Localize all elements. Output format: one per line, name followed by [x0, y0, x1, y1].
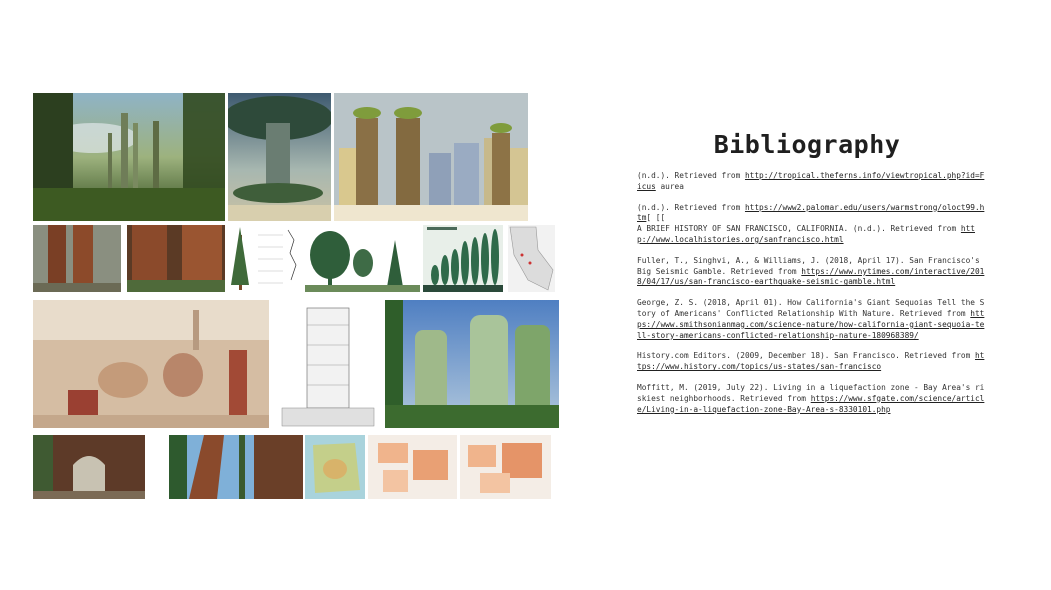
tree-diagram-image	[228, 225, 303, 292]
entry-text: aurea	[655, 181, 684, 191]
entry-text: George, Z. S. (2018, April 01). How Cali…	[637, 298, 985, 318]
bibliography-entry: George, Z. S. (2018, April 01). How Cali…	[637, 298, 987, 341]
sequoia-upward-view-image	[169, 435, 303, 499]
giant-tree-island-image	[228, 93, 331, 221]
bibliography-entry: (n.d.). Retrieved from https://www2.palo…	[637, 203, 987, 246]
forest-concept-image	[33, 93, 225, 221]
bibliography-entry: Moffitt, M. (2019, July 22). Living in a…	[637, 383, 987, 415]
bibliography-section: Bibliography (n.d.). Retrieved from http…	[637, 130, 987, 425]
entry-text: A BRIEF HISTORY OF SAN FRANCISCO, CALIFO…	[637, 224, 961, 234]
bibliography-title: Bibliography	[713, 130, 901, 159]
entry-text: History.com Editors. (2009, December 18)…	[637, 351, 975, 361]
fantasy-city-sketch-image	[33, 300, 269, 428]
sequoia-trunks-image	[33, 225, 121, 292]
sf-liquefaction-map-2-image	[460, 435, 551, 499]
tallest-trees-chart-image	[423, 225, 503, 292]
sequoia-base-image	[127, 225, 225, 292]
green-towers-render-image	[385, 300, 559, 428]
bibliography-entry: History.com Editors. (2009, December 18)…	[637, 351, 987, 373]
tree-silhouettes-diagram-image	[305, 225, 420, 292]
entry-text: (n.d.). Retrieved from	[637, 171, 745, 180]
tunnel-tree-image	[33, 435, 145, 499]
entry-text: (n.d.). Retrieved from	[637, 202, 745, 212]
tree-towers-city-image	[334, 93, 528, 221]
building-section-diagram-image	[272, 300, 382, 428]
sf-liquefaction-map-1-image	[368, 435, 457, 499]
entry-text: [ [[	[646, 213, 666, 223]
bibliography-entry: (n.d.). Retrieved from http://tropical.t…	[637, 171, 987, 193]
bibliography-entry: Fuller, T., Singhvi, A., & Williams, J. …	[637, 256, 987, 288]
california-map-small-image	[508, 225, 555, 292]
sf-topographic-map-image	[305, 435, 365, 499]
